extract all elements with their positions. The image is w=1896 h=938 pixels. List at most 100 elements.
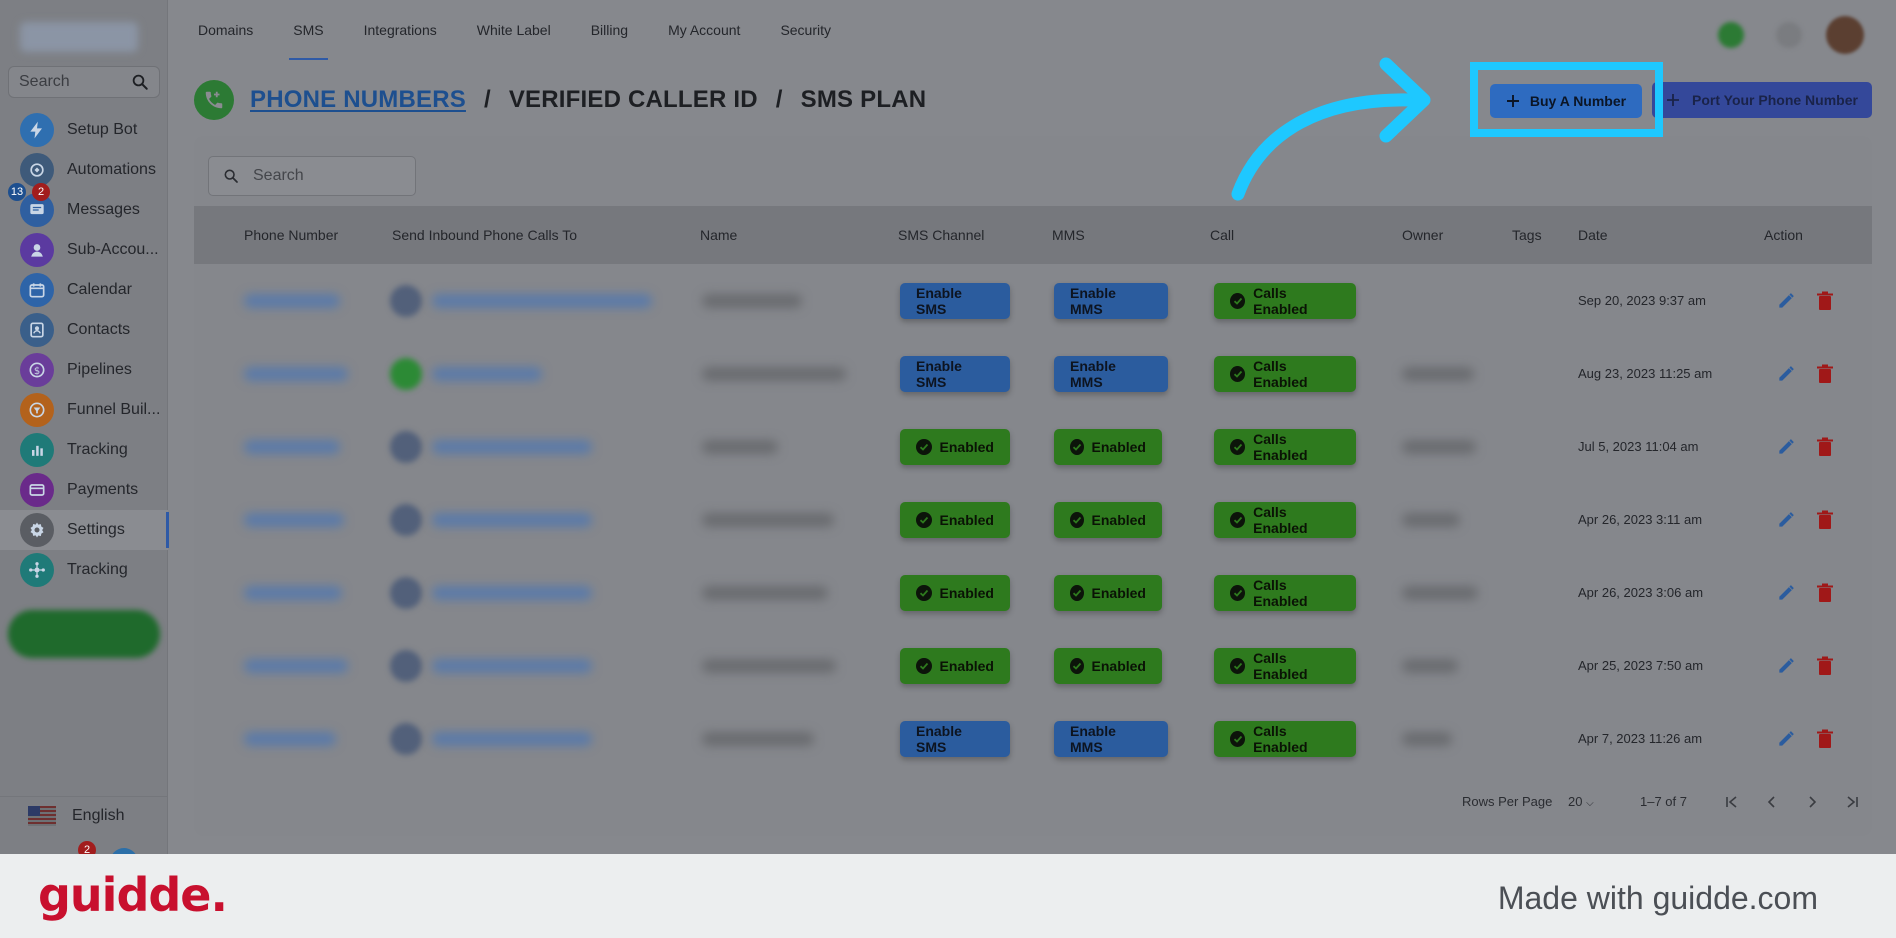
search-icon (224, 169, 238, 183)
notifications-icon[interactable] (1776, 22, 1802, 48)
sidebar-item-tracking[interactable]: Tracking (0, 550, 168, 590)
delete-icon[interactable] (1816, 291, 1834, 311)
sidebar-item-automations[interactable]: Automations (0, 150, 168, 190)
name-cell (702, 264, 802, 337)
edit-icon[interactable] (1776, 510, 1796, 530)
forward-to-cell[interactable] (390, 264, 652, 337)
call-status-label: Calls Enabled (1253, 503, 1308, 536)
language-selector[interactable]: English (0, 796, 168, 834)
phone-number-cell[interactable] (244, 264, 340, 337)
forward-to-cell[interactable] (390, 702, 592, 775)
delete-icon[interactable] (1816, 364, 1834, 384)
check-circle-icon (1070, 657, 1084, 674)
buy-a-number-button[interactable]: Buy A Number (1490, 84, 1642, 118)
tab-domains[interactable]: Domains (198, 0, 253, 60)
enable-mms-button[interactable]: Enable MMS (1054, 720, 1168, 757)
mms-status-label: Enable MMS (1070, 722, 1116, 755)
next-page-icon[interactable] (1804, 794, 1820, 810)
phone-number-cell[interactable] (244, 483, 344, 556)
tab-integrations[interactable]: Integrations (364, 0, 437, 60)
message-icon: 13 2 (8, 183, 54, 227)
funnel-icon (20, 393, 54, 427)
phone-number-cell[interactable] (244, 629, 348, 702)
first-page-icon[interactable] (1724, 794, 1740, 810)
tab-white-label[interactable]: White Label (477, 0, 551, 60)
enable-mms-button[interactable]: Enable MMS (1054, 355, 1168, 392)
check-circle-icon (1230, 657, 1246, 674)
tab-billing[interactable]: Billing (591, 0, 628, 60)
breadcrumb-phone-numbers[interactable]: PHONE NUMBERS (250, 86, 466, 114)
name-cell (702, 702, 814, 775)
table-row: Enabled Enabled Calls Enabled Apr 26, 2023 … (194, 556, 1872, 629)
action-cell (1776, 410, 1834, 483)
phone-icon[interactable] (1718, 22, 1744, 48)
sidebar-item-contacts[interactable]: Contacts (0, 310, 168, 350)
chevron-down-icon: ⌵ (1586, 798, 1594, 809)
check-circle-icon (916, 438, 932, 455)
unread-count-badge: 13 (8, 183, 26, 201)
sidebar-item-payments[interactable]: Payments (0, 470, 168, 510)
call-cell: Calls Enabled (1214, 264, 1356, 337)
sidebar-item-funnel-buil[interactable]: Funnel Buil... (0, 390, 168, 430)
edit-icon[interactable] (1776, 291, 1796, 311)
blurred-action-button[interactable] (8, 610, 160, 658)
delete-icon[interactable] (1816, 510, 1834, 530)
sms-channel-cell: Enable SMS (900, 264, 1010, 337)
tab-sms[interactable]: SMS (289, 0, 328, 60)
sidebar-item-messages[interactable]: 13 2 Messages (0, 183, 168, 230)
port-phone-number-button[interactable]: Port Your Phone Number (1652, 82, 1872, 118)
edit-icon[interactable] (1776, 583, 1796, 603)
network-icon (20, 553, 54, 587)
enable-sms-button[interactable]: Enable SMS (900, 355, 1010, 392)
delete-icon[interactable] (1816, 729, 1834, 749)
user-avatar[interactable] (1826, 16, 1864, 54)
table-search-input[interactable]: Search (208, 156, 416, 196)
calendar-icon (20, 273, 54, 307)
forward-to-cell[interactable] (390, 410, 592, 483)
phone-number-cell[interactable] (244, 556, 342, 629)
forward-to-cell[interactable] (390, 483, 592, 556)
last-page-icon[interactable] (1844, 794, 1860, 810)
enable-sms-button[interactable]: Enable SMS (900, 720, 1010, 757)
table-row: Enable SMS Enable MMS Calls Enabled Sep 20,… (194, 264, 1872, 337)
sidebar-item-label: Pipelines (67, 361, 132, 378)
breadcrumb-sms-plan[interactable]: SMS PLAN (801, 86, 927, 114)
edit-icon[interactable] (1776, 656, 1796, 676)
delete-icon[interactable] (1816, 583, 1834, 603)
breadcrumb-verified-caller-id[interactable]: VERIFIED CALLER ID (509, 86, 758, 114)
name-cell (702, 483, 834, 556)
plus-icon (1506, 95, 1519, 107)
forward-to-cell[interactable] (390, 629, 592, 702)
phone-number-cell[interactable] (244, 702, 336, 775)
enable-mms-button[interactable]: Enable MMS (1054, 282, 1168, 319)
date-value: Aug 23, 2023 11:25 am (1578, 366, 1713, 381)
phone-number-cell[interactable] (244, 410, 340, 483)
check-circle-icon (916, 511, 932, 528)
action-cell (1776, 629, 1834, 702)
forward-to-cell[interactable] (390, 556, 592, 629)
sidebar-item-label: Payments (67, 481, 139, 498)
call-status-label: Calls Enabled (1253, 430, 1308, 463)
delete-icon[interactable] (1816, 437, 1834, 457)
previous-page-icon[interactable] (1764, 794, 1780, 810)
sidebar-item-tracking[interactable]: Tracking (0, 430, 168, 470)
sidebar-item-pipelines[interactable]: $ Pipelines (0, 350, 168, 390)
sidebar-item-setup-bot[interactable]: Setup Bot (0, 110, 168, 150)
date-cell: Sep 20, 2023 9:37 am (1578, 264, 1706, 337)
tab-security[interactable]: Security (780, 0, 831, 60)
sidebar-item-calendar[interactable]: Calendar (0, 270, 168, 310)
sidebar-item-settings[interactable]: Settings (0, 510, 169, 550)
tab-my-account[interactable]: My Account (668, 0, 740, 60)
calls-enabled-badge: Calls Enabled (1214, 428, 1356, 465)
phone-number-cell[interactable] (244, 337, 348, 410)
call-cell: Calls Enabled (1214, 556, 1356, 629)
forward-to-cell[interactable] (390, 337, 542, 410)
rows-per-page-select[interactable]: 20 ⌵ (1568, 794, 1594, 809)
edit-icon[interactable] (1776, 364, 1796, 384)
sidebar-item-sub-accou[interactable]: Sub-Accou... (0, 230, 168, 270)
delete-icon[interactable] (1816, 656, 1834, 676)
sidebar-search[interactable]: Search (8, 66, 160, 98)
edit-icon[interactable] (1776, 729, 1796, 749)
enable-sms-button[interactable]: Enable SMS (900, 282, 1010, 319)
edit-icon[interactable] (1776, 437, 1796, 457)
